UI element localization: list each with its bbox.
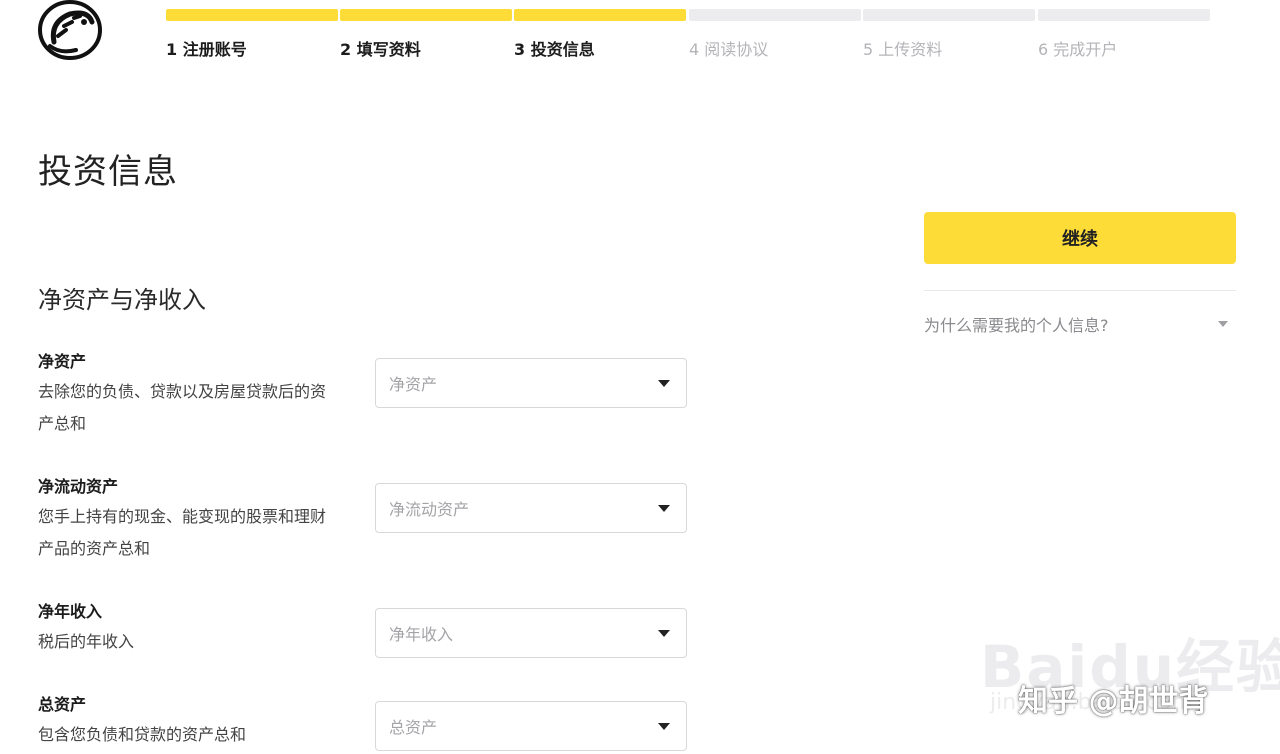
step-bar (1038, 9, 1210, 21)
brand-logo[interactable] (36, 0, 104, 62)
step-3: 3 投资信息 (514, 9, 686, 60)
select-placeholder: 净流动资产 (389, 500, 470, 519)
field-description: 税后的年收入 (38, 632, 135, 651)
step-bar (514, 9, 686, 21)
net-assets-select[interactable]: 净资产 (375, 358, 687, 408)
step-1: 1 注册账号 (166, 9, 338, 60)
step-label: 5 上传资料 (863, 40, 943, 59)
field-description: 去除您的负债、贷款以及房屋贷款后的资产总和 (38, 382, 327, 433)
zhihu-watermark: 知乎 @胡世背 (1018, 684, 1209, 719)
step-label: 6 完成开户 (1038, 40, 1118, 59)
tiger-logo-icon (38, 0, 102, 60)
dropdown-caret-icon (658, 722, 670, 730)
why-info-toggle[interactable]: 为什么需要我的个人信息? (924, 310, 1228, 338)
dropdown-caret-icon (658, 379, 670, 387)
field-net-liquid-assets: 净流动资产 您手上持有的现金、能变现的股票和理财产品的资产总和 净流动资产 (38, 473, 698, 565)
field-net-annual-income: 净年收入 税后的年收入 净年收入 (38, 598, 698, 658)
step-label: 2 填写资料 (340, 40, 421, 59)
chevron-down-icon (1218, 321, 1228, 327)
select-placeholder: 总资产 (389, 718, 438, 737)
dropdown-caret-icon (658, 629, 670, 637)
continue-button[interactable]: 继续 (924, 212, 1236, 264)
step-label: 3 投资信息 (514, 40, 595, 59)
page: 1 注册账号 2 填写资料 3 投资信息 4 阅读协议 5 上传资料 6 完成开… (0, 0, 1280, 754)
progress-steps: 1 注册账号 2 填写资料 3 投资信息 4 阅读协议 5 上传资料 6 完成开… (166, 9, 1212, 59)
field-description: 包含您负债和贷款的资产总和 (38, 725, 247, 744)
step-bar (863, 9, 1035, 21)
step-label: 4 阅读协议 (689, 40, 769, 59)
step-bar (340, 9, 512, 21)
select-placeholder: 净资产 (389, 375, 438, 394)
step-5: 5 上传资料 (863, 9, 1035, 60)
section-title: 净资产与净收入 (38, 286, 206, 314)
step-bar (166, 9, 338, 21)
step-2: 2 填写资料 (340, 9, 512, 60)
step-6: 6 完成开户 (1038, 9, 1210, 60)
net-liquid-assets-select[interactable]: 净流动资产 (375, 483, 687, 533)
step-4: 4 阅读协议 (689, 9, 861, 60)
total-assets-select[interactable]: 总资产 (375, 701, 687, 751)
page-title: 投资信息 (38, 152, 178, 192)
field-description: 您手上持有的现金、能变现的股票和理财产品的资产总和 (38, 507, 327, 558)
net-annual-income-select[interactable]: 净年收入 (375, 608, 687, 658)
why-info-label: 为什么需要我的个人信息? (924, 316, 1109, 335)
divider (924, 290, 1236, 291)
select-placeholder: 净年收入 (389, 625, 454, 644)
field-total-assets: 总资产 包含您负债和贷款的资产总和 总资产 (38, 691, 698, 751)
step-label: 1 注册账号 (166, 40, 247, 59)
dropdown-caret-icon (658, 504, 670, 512)
field-net-assets: 净资产 去除您的负债、贷款以及房屋贷款后的资产总和 净资产 (38, 348, 698, 440)
step-bar (689, 9, 861, 21)
